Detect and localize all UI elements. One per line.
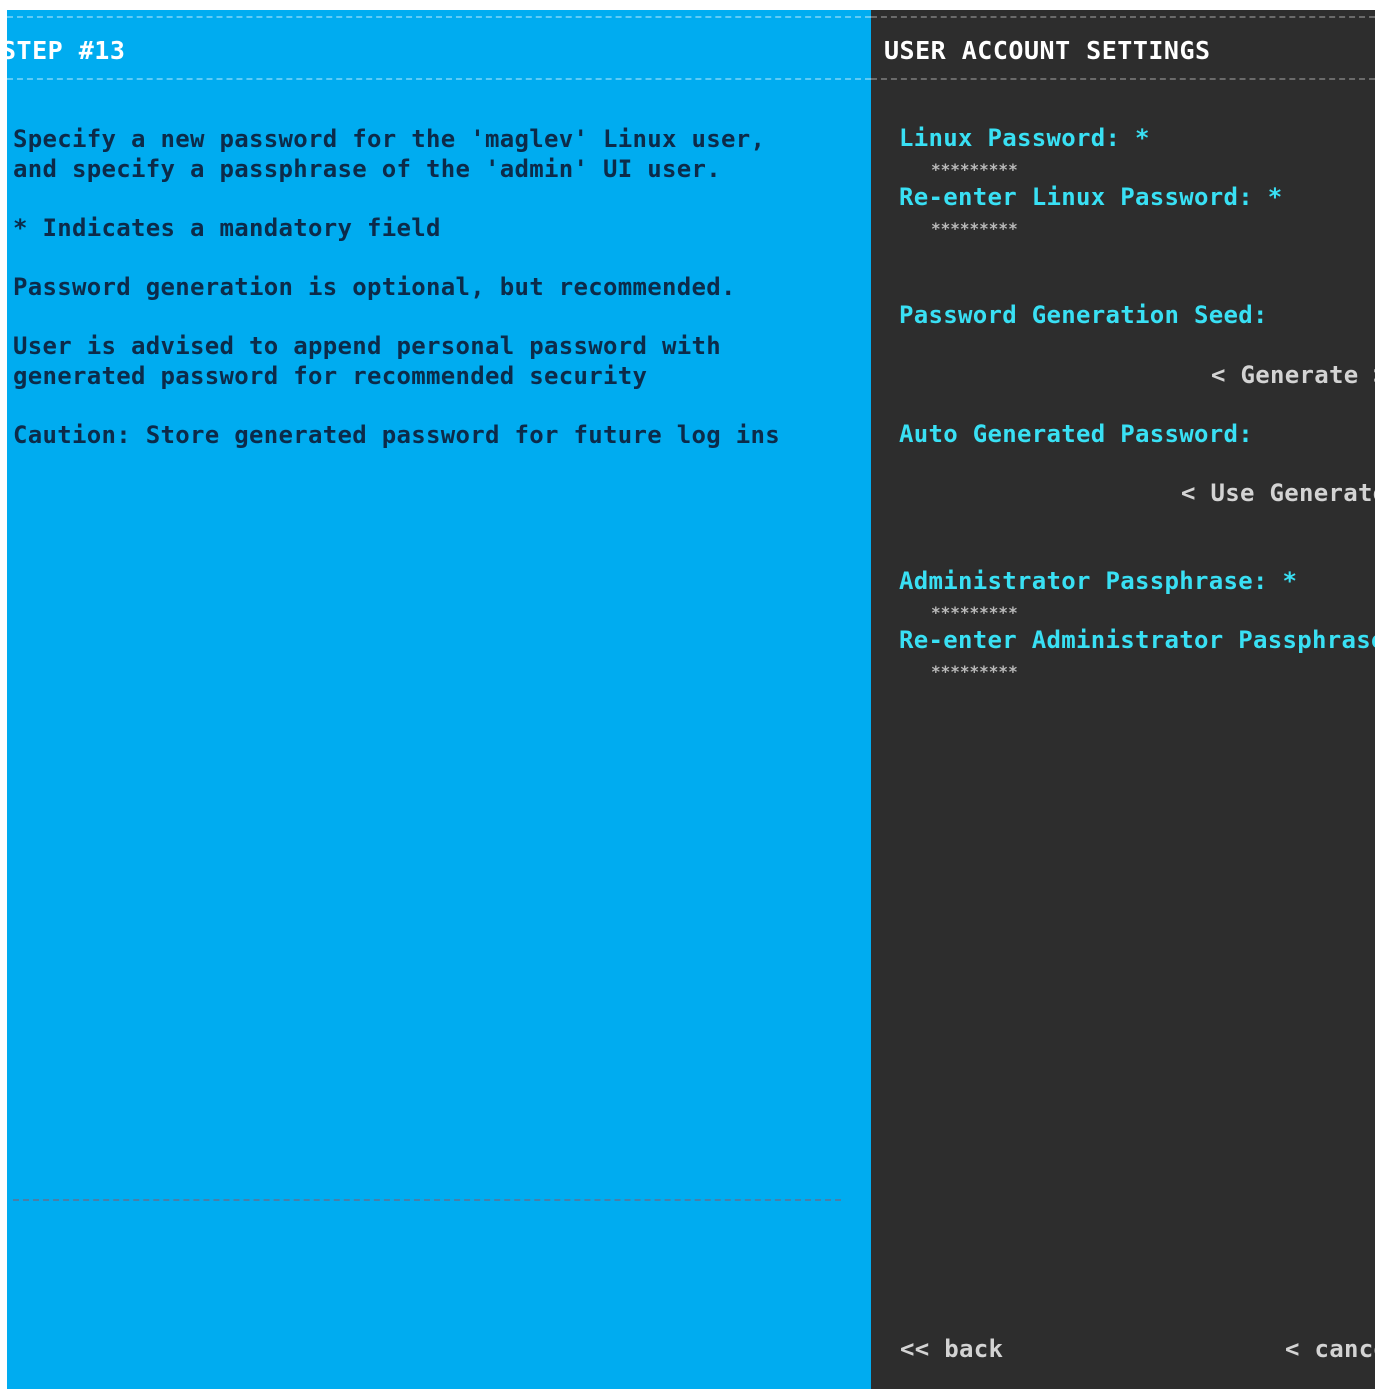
settings-title: USER ACCOUNT SETTINGS bbox=[884, 36, 1211, 65]
linux-password-confirm-field[interactable]: ********* bbox=[931, 219, 1018, 238]
linux-password-confirm-label: Re-enter Linux Password: * bbox=[899, 183, 1283, 211]
admin-passphrase-field[interactable]: ********* bbox=[931, 603, 1018, 622]
use-generated-button[interactable]: < Use Generated Password > bbox=[1181, 479, 1375, 507]
help-text-intro: Specify a new password for the 'maglev' … bbox=[13, 125, 766, 183]
seed-label: Password Generation Seed: bbox=[899, 301, 1268, 329]
admin-passphrase-confirm-label: Re-enter Administrator Passphrase: * bbox=[899, 626, 1375, 654]
settings-header-divider bbox=[871, 78, 1375, 80]
help-text-generation: Password generation is optional, but rec… bbox=[13, 273, 736, 301]
back-button[interactable]: << back bbox=[900, 1335, 1003, 1363]
seed-field[interactable] bbox=[931, 337, 1231, 357]
help-text-advice: User is advised to append personal passw… bbox=[13, 332, 721, 390]
top-divider bbox=[7, 16, 871, 18]
linux-password-label: Linux Password: * bbox=[899, 124, 1150, 152]
settings-pane: USER ACCOUNT SETTINGS Linux Password: * … bbox=[871, 10, 1375, 1389]
header-divider bbox=[7, 78, 871, 80]
settings-top-divider bbox=[871, 16, 1375, 18]
admin-passphrase-label: Administrator Passphrase: * bbox=[899, 567, 1298, 595]
generate-button[interactable]: < Generate > bbox=[1211, 361, 1375, 389]
auto-password-label: Auto Generated Password: bbox=[899, 420, 1253, 448]
help-text-caution: Caution: Store generated password for fu… bbox=[13, 421, 780, 449]
help-pane: STEP #13 Specify a new password for the … bbox=[7, 10, 871, 1389]
help-text-mandatory: * Indicates a mandatory field bbox=[13, 214, 441, 242]
linux-password-field[interactable]: ********* bbox=[931, 160, 1018, 179]
admin-passphrase-confirm-field[interactable]: ********* bbox=[931, 662, 1018, 681]
auto-password-field bbox=[931, 456, 1231, 476]
footer-divider bbox=[13, 1199, 841, 1201]
installer-screen: STEP #13 Specify a new password for the … bbox=[0, 0, 1375, 1389]
step-title: STEP #13 bbox=[7, 36, 126, 65]
cancel-button[interactable]: < cancel > bbox=[1285, 1335, 1375, 1363]
